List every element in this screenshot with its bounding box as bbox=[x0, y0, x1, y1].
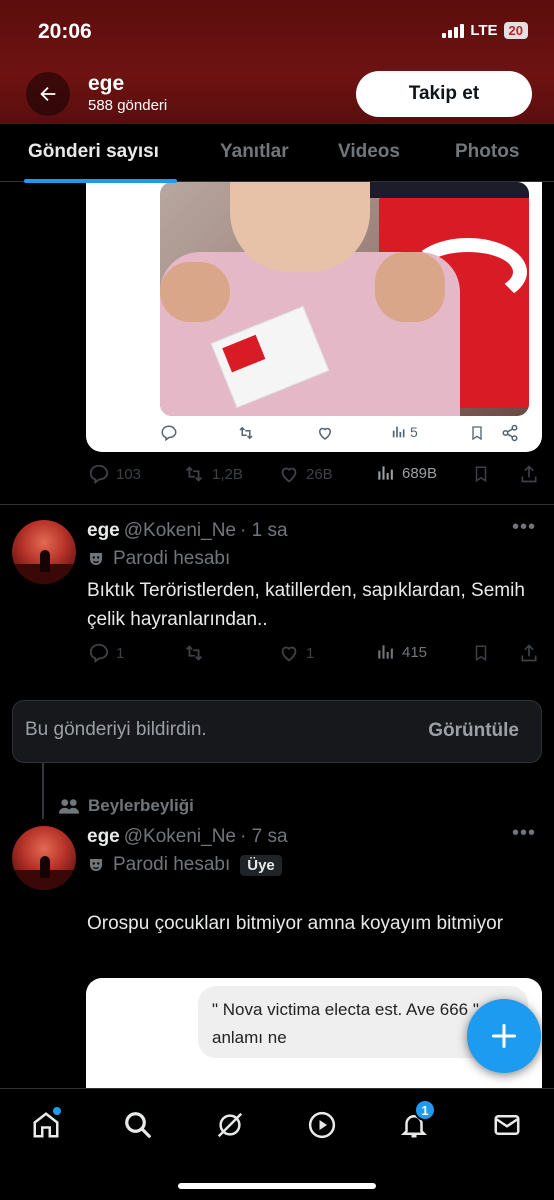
status-indicators: LTE 20 bbox=[442, 22, 528, 39]
battery-icon: 20 bbox=[503, 22, 528, 39]
reply-icon bbox=[89, 643, 109, 664]
tab-photos[interactable]: Photos bbox=[455, 141, 519, 163]
signal-icon bbox=[442, 23, 465, 38]
author-handle[interactable]: @Kokeni_Ne bbox=[124, 826, 236, 848]
network-label: LTE bbox=[470, 22, 498, 39]
like-icon bbox=[281, 646, 297, 662]
active-tab-indicator bbox=[24, 179, 177, 183]
profile-header: 20:06 LTE 20 ege 588 gönderi Takip et bbox=[0, 0, 554, 124]
share-icon bbox=[521, 644, 537, 662]
repost-button[interactable] bbox=[182, 642, 206, 664]
nav-home[interactable] bbox=[26, 1105, 66, 1145]
share-icon bbox=[521, 465, 537, 483]
profile-name: ege bbox=[88, 72, 125, 95]
search-icon bbox=[125, 1112, 151, 1138]
bookmark-button[interactable] bbox=[472, 463, 490, 485]
mail-icon bbox=[494, 1115, 520, 1135]
compose-plus-icon bbox=[491, 1023, 517, 1049]
nav-messages[interactable] bbox=[487, 1105, 527, 1145]
follow-button[interactable]: Takip et bbox=[356, 71, 532, 117]
reply-button[interactable]: 1 bbox=[88, 642, 124, 664]
author-handle[interactable]: @Kokeni_Ne bbox=[124, 520, 236, 542]
nav-search[interactable] bbox=[118, 1105, 158, 1145]
community-label[interactable]: Beylerbeyliği bbox=[58, 796, 194, 816]
community-icon bbox=[58, 799, 80, 814]
post-time: · 7 sa bbox=[240, 826, 288, 847]
tab-posts[interactable]: Gönderi sayısı bbox=[28, 141, 159, 163]
views-icon bbox=[378, 466, 393, 480]
reported-notice-text: Bu gönderiyi bildirdin. bbox=[25, 719, 207, 740]
share-icon[interactable] bbox=[501, 424, 519, 442]
parody-label: Parodi hesabı bbox=[87, 548, 230, 570]
views-icon bbox=[392, 426, 405, 438]
tab-videos[interactable]: Videos bbox=[338, 141, 400, 163]
back-arrow-icon bbox=[40, 86, 56, 102]
views-button[interactable]: 415 bbox=[376, 642, 427, 662]
post-header: ege @Kokeni_Ne · 7 sa bbox=[87, 826, 288, 848]
bookmark-button[interactable] bbox=[472, 642, 490, 664]
views-count[interactable]: 5 bbox=[391, 424, 418, 440]
more-options-icon[interactable]: ••• bbox=[512, 822, 536, 845]
status-time: 20:06 bbox=[38, 20, 92, 43]
post-divider bbox=[0, 504, 554, 505]
play-icon bbox=[308, 1111, 336, 1139]
member-badge: Üye bbox=[240, 854, 282, 876]
reply-button[interactable]: 103 bbox=[88, 463, 141, 485]
post-actions: 1 1 415 bbox=[88, 642, 548, 666]
nav-video[interactable] bbox=[302, 1105, 342, 1145]
parody-mask-icon bbox=[90, 859, 102, 871]
reply-icon bbox=[89, 464, 109, 485]
bookmark-icon bbox=[475, 466, 487, 483]
thread-line bbox=[42, 763, 44, 819]
like-icon[interactable] bbox=[316, 424, 334, 442]
repost-icon[interactable] bbox=[236, 424, 256, 442]
views-icon bbox=[378, 645, 393, 659]
share-button[interactable] bbox=[519, 463, 539, 485]
share-button[interactable] bbox=[519, 642, 539, 664]
like-button[interactable]: 26B bbox=[278, 463, 333, 485]
quoted-post-actions: 5 bbox=[86, 424, 542, 448]
compose-button[interactable] bbox=[467, 999, 541, 1073]
post-actions: 103 1,2B 26B 689B bbox=[88, 463, 548, 487]
bookmark-icon bbox=[475, 645, 487, 662]
home-indicator bbox=[178, 1183, 376, 1189]
like-icon bbox=[281, 467, 297, 483]
parody-label: Parodi hesabı Üye bbox=[87, 854, 282, 876]
views-button[interactable]: 689B bbox=[376, 463, 437, 483]
bottom-navigation: 1 bbox=[0, 1088, 554, 1200]
bookmark-icon[interactable] bbox=[469, 424, 485, 442]
reported-post-notice: Bu gönderiyi bildirdin. Görüntüle bbox=[12, 700, 542, 763]
post-text: Orospu çocukları bitmiyor amna koyayım b… bbox=[87, 913, 504, 934]
unread-dot bbox=[53, 1107, 61, 1115]
view-button[interactable]: Görüntüle bbox=[428, 720, 519, 742]
quoted-post-image[interactable] bbox=[160, 182, 529, 416]
avatar[interactable] bbox=[12, 520, 76, 584]
profile-tabs: Gönderi sayısı Yanıtlar Videos Photos bbox=[0, 124, 554, 183]
avatar[interactable] bbox=[12, 826, 76, 890]
reply-icon[interactable] bbox=[160, 424, 178, 442]
back-button[interactable] bbox=[26, 72, 70, 116]
post-time: · 1 sa bbox=[240, 520, 288, 541]
repost-icon bbox=[186, 466, 202, 482]
like-button[interactable]: 1 bbox=[278, 642, 314, 664]
post-text: Bıktık Teröristlerden, katillerden, sapı… bbox=[87, 580, 525, 630]
grok-icon bbox=[217, 1112, 243, 1138]
notifications-badge: 1 bbox=[414, 1099, 436, 1121]
repost-icon bbox=[186, 645, 202, 661]
parody-mask-icon bbox=[90, 553, 102, 565]
tab-replies[interactable]: Yanıtlar bbox=[220, 141, 289, 163]
more-options-icon[interactable]: ••• bbox=[512, 516, 536, 539]
author-name[interactable]: ege bbox=[87, 520, 120, 542]
profile-post-count: 588 gönderi bbox=[88, 97, 168, 114]
repost-button[interactable]: 1,2B bbox=[182, 463, 243, 485]
nav-notifications[interactable]: 1 bbox=[394, 1099, 436, 1145]
nav-grok[interactable] bbox=[210, 1105, 250, 1145]
quoted-post-card[interactable]: 5 bbox=[86, 160, 542, 452]
author-name[interactable]: ege bbox=[87, 826, 120, 848]
post-header: ege @Kokeni_Ne · 1 sa bbox=[87, 520, 288, 542]
